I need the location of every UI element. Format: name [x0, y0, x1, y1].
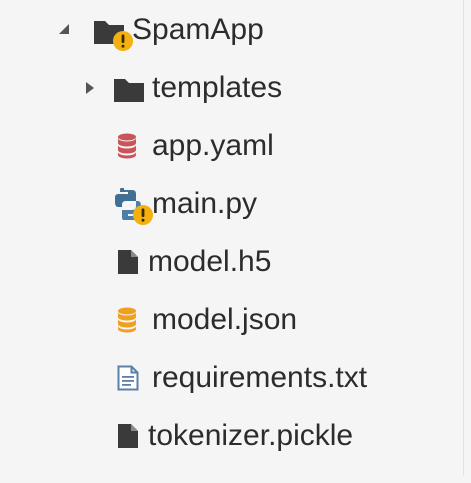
tree-item-label: templates [152, 71, 283, 104]
tree-item-tokenizer-pickle[interactable]: tokenizer.pickle [12, 414, 452, 458]
tree-item-label: model.json [152, 303, 298, 336]
tree-item-label: tokenizer.pickle [148, 419, 354, 452]
tree-item-main-py[interactable]: main.py [12, 182, 452, 226]
tree-item-label: requirements.txt [152, 361, 368, 394]
tree-item-label: app.yaml [152, 129, 274, 162]
warning-badge-icon [133, 205, 153, 225]
warning-badge-icon [113, 31, 133, 51]
tree-item-templates[interactable]: templates [12, 66, 452, 110]
tree-item-model-json[interactable]: model.json [12, 298, 452, 342]
collapsed-arrow-icon[interactable] [84, 80, 96, 96]
database-icon [118, 307, 136, 333]
window-background: SpamApp templates app.yaml main.py model… [0, 0, 471, 483]
tree-item-model-h5[interactable]: model.h5 [12, 240, 452, 284]
file-icon [118, 250, 138, 274]
file-tree: SpamApp templates app.yaml main.py model… [12, 0, 463, 476]
database-icon [118, 133, 136, 159]
tree-item-app-yaml[interactable]: app.yaml [12, 124, 452, 168]
tree-root-spamapp[interactable]: SpamApp [12, 8, 452, 52]
text-file-icon [117, 365, 139, 391]
file-explorer-panel: SpamApp templates app.yaml main.py model… [12, 0, 464, 476]
tree-item-label: main.py [152, 187, 258, 220]
tree-item-label: model.h5 [148, 245, 272, 278]
file-icon [118, 424, 138, 448]
tree-item-requirements-txt[interactable]: requirements.txt [12, 356, 452, 400]
expanded-arrow-icon[interactable] [58, 22, 72, 36]
tree-root-label: SpamApp [132, 13, 264, 46]
folder-icon [114, 79, 144, 102]
